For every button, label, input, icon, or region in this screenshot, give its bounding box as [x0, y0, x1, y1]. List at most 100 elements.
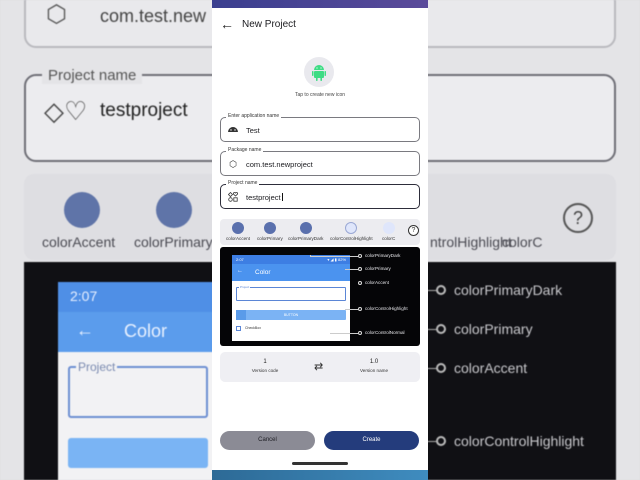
preview-back-arrow-icon: ←	[237, 268, 243, 274]
bg-annotation: colorControlHighlight	[454, 433, 584, 449]
annotation-label: colorAccent	[365, 280, 390, 285]
preview-checkbox	[236, 326, 241, 331]
color-label: colorControlHighlight	[330, 236, 373, 241]
android-icon	[312, 65, 326, 81]
bg-color-dot	[156, 192, 192, 228]
color-item-partial[interactable]: colorC	[382, 222, 395, 241]
annotation-ring	[358, 307, 362, 311]
android-head-icon	[227, 125, 239, 135]
preview-text-field: Project	[236, 285, 346, 301]
package-name-value: com.test.newproject	[246, 160, 313, 169]
bg-annotation: colorAccent	[454, 360, 528, 376]
annotation-ring	[358, 331, 362, 335]
back-arrow-icon[interactable]: ←	[220, 16, 234, 32]
color-item-primary-dark[interactable]: colorPrimaryDark	[288, 222, 323, 241]
bg-color-label: colorAccent	[42, 234, 116, 250]
annotation-label: colorPrimaryDark	[365, 253, 401, 258]
bg-color-dot	[64, 192, 100, 228]
version-code-value: 1	[263, 359, 267, 365]
color-label: colorPrimary	[257, 236, 283, 241]
preview-phone: 2:07 ▾ ◢ ▮ 82% ← Color Project BUTTON Ch…	[232, 255, 350, 341]
bg-color-label: colorPrimary	[134, 234, 213, 250]
page-title: New Project	[242, 19, 296, 30]
preview-field-label: Project	[239, 285, 251, 289]
preview-status-time: 2:07	[236, 257, 244, 262]
leader-line	[330, 333, 358, 334]
bg-preview-field: Project	[68, 360, 208, 418]
preview-ripple	[236, 310, 246, 320]
bg-annotation: colorPrimary	[454, 321, 533, 337]
leader-line	[345, 309, 358, 310]
version-name-label: Version name	[359, 368, 389, 373]
text-cursor	[281, 193, 283, 201]
app-name-value: Test	[246, 126, 260, 135]
bg-ring	[436, 363, 446, 373]
top-accent-bar	[212, 0, 428, 8]
bg-shapes-icon: ◇♡	[44, 96, 88, 126]
annotation-label: colorPrimary	[365, 266, 391, 271]
new-project-screen: ← New Project Tap to create new icon Ent…	[212, 0, 428, 480]
bg-back-arrow-icon: ←	[76, 320, 94, 340]
leader-line	[310, 256, 358, 257]
cube-icon: ⬡	[229, 159, 237, 169]
cancel-button[interactable]: Cancel	[220, 431, 315, 450]
color-swatch	[232, 222, 244, 234]
package-name-field[interactable]: Package name ⬡ com.test.newproject	[220, 147, 420, 176]
help-icon[interactable]: ?	[408, 225, 419, 236]
app-name-field[interactable]: Enter application name Test	[220, 113, 420, 142]
leader-line	[345, 269, 358, 270]
color-item-accent[interactable]: colorAccent	[226, 222, 250, 241]
create-button[interactable]: Create	[324, 431, 419, 450]
color-item-control-highlight[interactable]: colorControlHighlight	[330, 222, 373, 241]
version-code-label: Version code	[251, 368, 279, 373]
icon-caption: Tap to create new icon	[294, 92, 346, 98]
bg-preview-title: Color	[124, 321, 168, 341]
bg-preview-button	[68, 438, 208, 468]
bg-preview-field-label: Project	[76, 360, 118, 374]
annotation-ring	[358, 281, 362, 285]
bg-project-name-label: Project name	[42, 67, 143, 84]
color-label: colorAccent	[226, 236, 251, 241]
home-indicator	[292, 462, 348, 465]
preview-toolbar: ← Color	[232, 264, 350, 281]
color-label: colorC	[382, 236, 396, 241]
app-name-label: Enter application name	[226, 113, 282, 119]
package-name-label: Package name	[226, 147, 264, 153]
bg-help-icon: ?	[563, 203, 593, 233]
bg-preview-status: 2:07	[58, 282, 218, 312]
preview-button-label: BUTTON	[283, 313, 299, 317]
annotation-ring	[358, 254, 362, 258]
bg-color-label: colorC	[502, 234, 543, 250]
version-panel[interactable]: 1 Version code ⇄ 1.0 Version name	[220, 352, 420, 382]
preview-checkbox-label: CheckBox	[245, 326, 261, 330]
shapes-icon	[227, 191, 239, 204]
bg-preview-toolbar: ← Color	[58, 312, 218, 352]
color-label: colorPrimaryDark	[288, 236, 324, 241]
theme-preview: 2:07 ▾ ◢ ▮ 82% ← Color Project BUTTON Ch…	[220, 247, 420, 346]
bg-annotation: colorPrimaryDark	[454, 282, 563, 298]
preview-status-icons: ▾ ◢ ▮ 82%	[327, 257, 346, 262]
color-swatch	[299, 222, 312, 234]
project-name-value: testproject	[246, 193, 283, 202]
bg-ring	[436, 285, 446, 295]
bg-project-name-value: testproject	[100, 100, 188, 121]
project-name-label: Project name	[226, 180, 260, 186]
swap-icon[interactable]: ⇄	[314, 360, 323, 373]
color-swatch	[382, 222, 395, 234]
app-icon-button[interactable]	[304, 57, 334, 87]
annotation-label: colorControlHighlight	[365, 306, 408, 311]
preview-button: BUTTON	[236, 310, 346, 320]
project-name-field[interactable]: Project name testproject	[220, 180, 420, 209]
color-swatch	[263, 222, 276, 234]
color-palette-row[interactable]: colorAccent colorPrimary colorPrimaryDar…	[220, 219, 420, 245]
bg-ring	[436, 324, 446, 334]
color-item-primary[interactable]: colorPrimary	[257, 222, 283, 241]
bottom-accent-bar	[212, 470, 428, 480]
color-swatch	[345, 222, 358, 234]
version-name-value: 1.0	[369, 359, 379, 365]
annotation-label: colorControlNormal	[365, 330, 405, 335]
annotation-ring	[358, 267, 362, 271]
bg-ring	[436, 436, 446, 446]
app-bar: ← New Project	[212, 10, 428, 40]
bg-package-value: com.test.new	[100, 6, 207, 26]
